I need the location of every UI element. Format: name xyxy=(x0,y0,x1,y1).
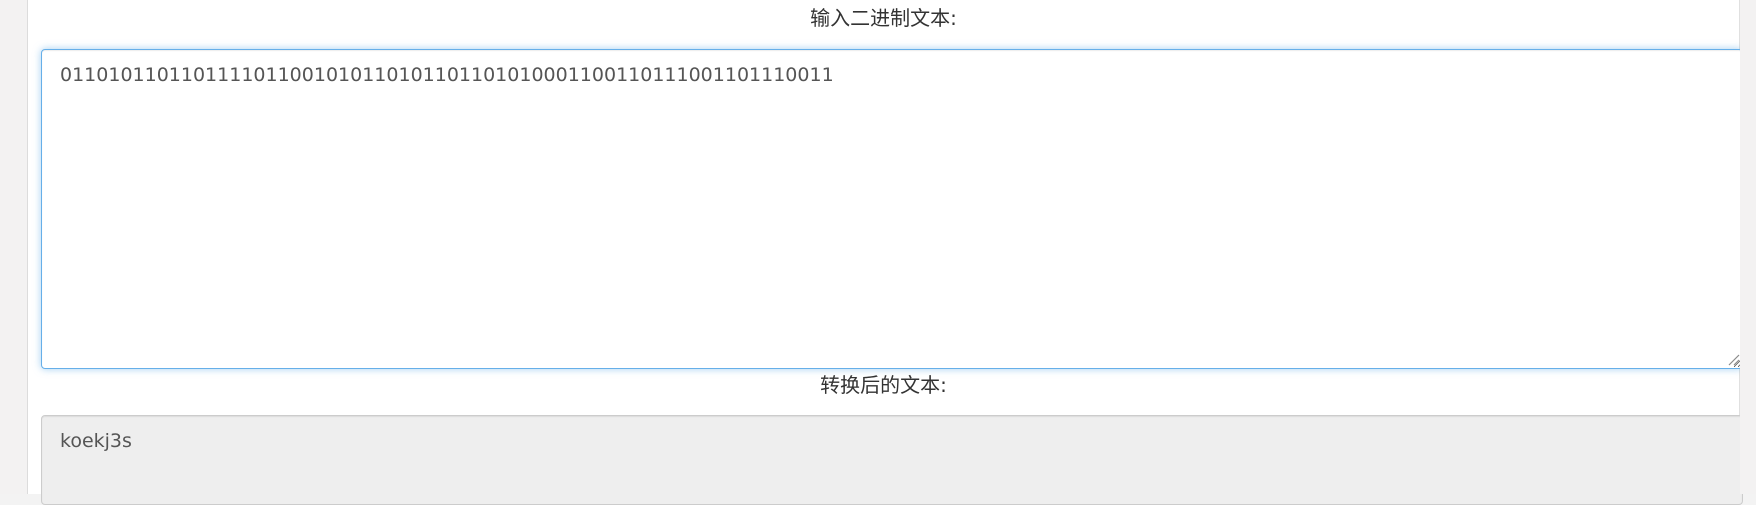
converted-text-label: 转换后的文本: xyxy=(820,373,947,397)
converter-panel: 输入二进制文本: 0110101101101111011001010110101… xyxy=(28,0,1743,505)
right-gutter xyxy=(1740,0,1756,494)
converted-text-output[interactable]: koekj3s xyxy=(41,415,1743,505)
binary-input-textarea[interactable]: 0110101101101111011001010110101101101010… xyxy=(41,49,1743,369)
binary-input-label: 输入二进制文本: xyxy=(810,6,957,30)
left-gutter xyxy=(0,0,28,494)
